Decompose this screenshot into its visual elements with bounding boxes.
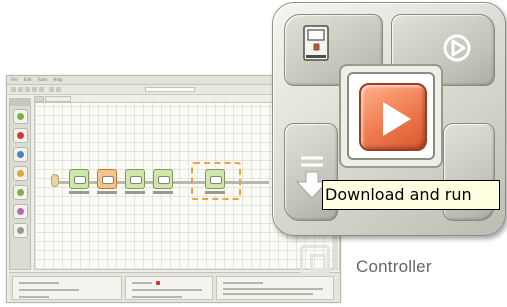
play-icon	[383, 102, 411, 136]
programming-palette	[9, 98, 31, 270]
download-and-run-button[interactable]	[359, 83, 427, 151]
configuration-panel	[9, 272, 340, 302]
tooltip: Download and run	[322, 180, 500, 210]
caption-label: Controller	[356, 257, 432, 276]
center-button-ring	[347, 72, 435, 160]
nxt-brick-icon	[303, 25, 329, 61]
center-button-well	[339, 64, 443, 168]
watermark-logo	[300, 245, 330, 275]
play-circle-icon	[443, 34, 471, 62]
